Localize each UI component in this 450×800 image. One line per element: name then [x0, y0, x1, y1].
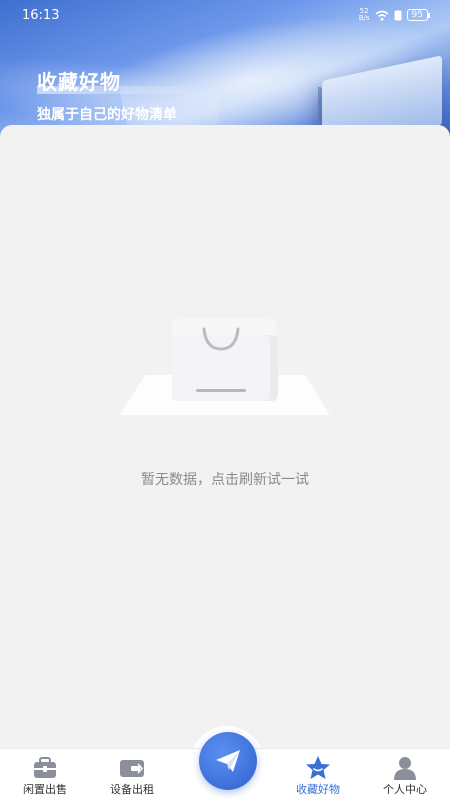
nav-item-favorites[interactable]: 收藏好物 [273, 749, 363, 800]
page-subtitle: 独属于自己的好物清单 [37, 107, 177, 123]
nav-label-idle-sale: 闲置出售 [23, 783, 67, 796]
title-underline [37, 86, 207, 94]
battery-indicator: 95 [406, 9, 431, 21]
nav-item-device-rental[interactable]: 设备出租 [87, 749, 177, 800]
content-card[interactable]: 暂无数据，点击刷新试一试 [0, 125, 450, 755]
briefcase-icon [34, 757, 56, 778]
wifi-icon [375, 10, 389, 21]
empty-state-message[interactable]: 暂无数据，点击刷新试一试 [0, 469, 450, 489]
star-icon [306, 756, 330, 779]
status-time: 16:13 [22, 8, 60, 23]
sim-icon [394, 10, 402, 20]
user-icon [394, 757, 416, 780]
network-speed: 52 B/s [358, 7, 370, 22]
nav-label-favorites: 收藏好物 [296, 783, 340, 796]
center-action-button[interactable] [199, 732, 257, 790]
nav-label-device-rental: 设备出租 [110, 783, 154, 796]
paper-plane-icon [216, 750, 240, 772]
nav-item-idle-sale[interactable]: 闲置出售 [0, 749, 90, 800]
nav-item-profile[interactable]: 个人中心 [360, 749, 450, 800]
device-icon [120, 760, 144, 777]
shopping-bag-icon [120, 319, 330, 415]
status-bar: 16:13 52 B/s 95 [0, 0, 450, 30]
nav-label-profile: 个人中心 [383, 783, 427, 796]
